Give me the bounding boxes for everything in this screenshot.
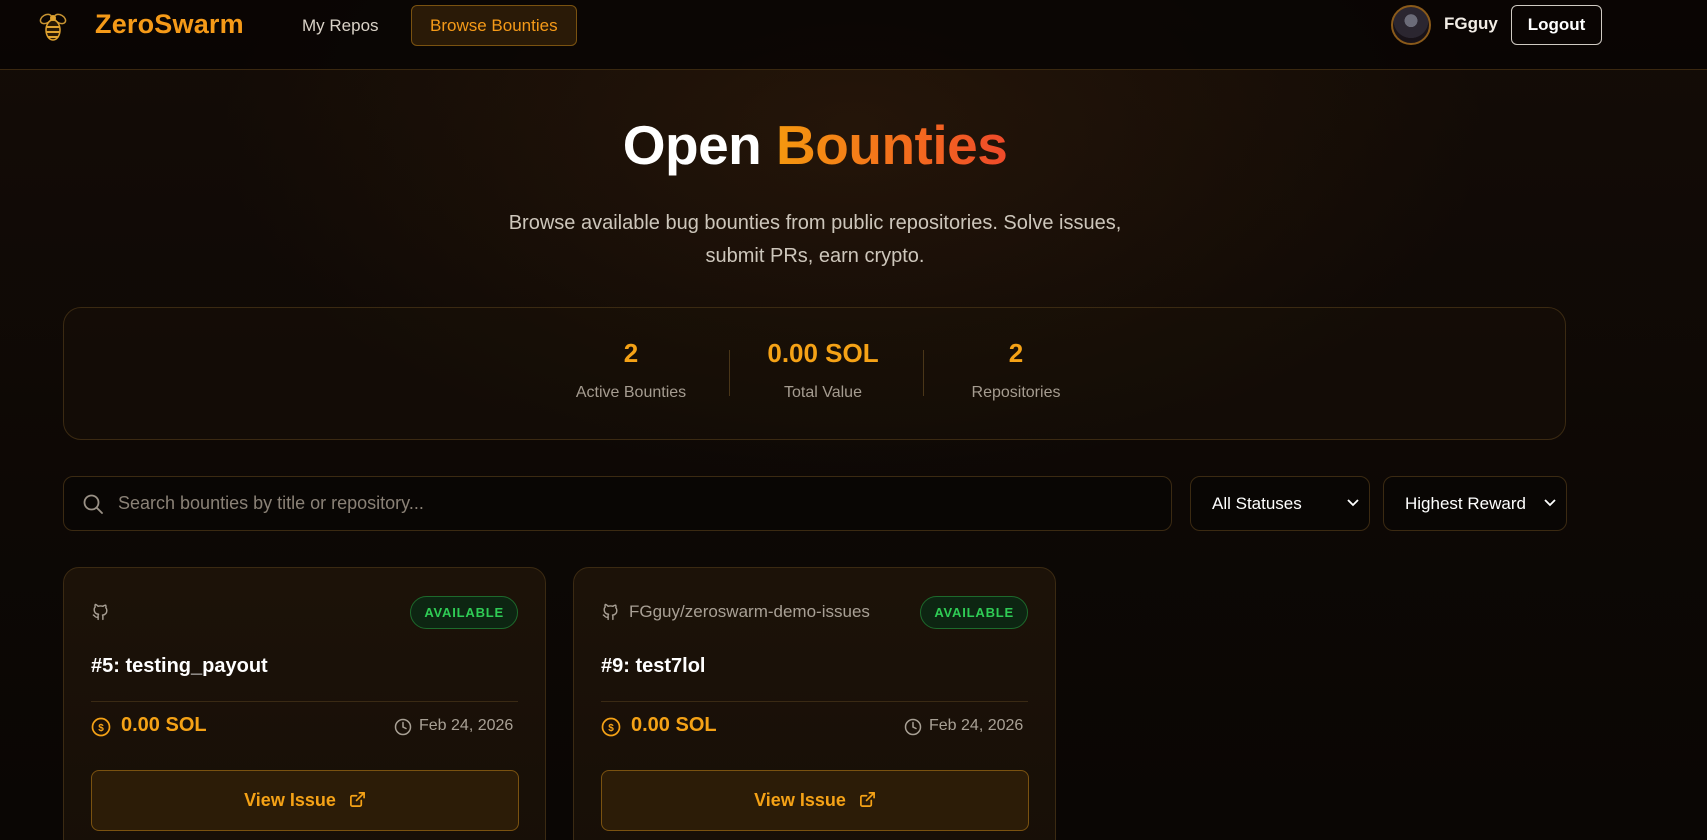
svg-text:$: $ <box>608 723 614 734</box>
external-link-icon <box>859 792 875 807</box>
stat-repositories: 2 Repositories <box>946 338 1086 402</box>
search-icon <box>83 494 103 514</box>
stat-label: Total Value <box>784 384 862 401</box>
brand-name[interactable]: ZeroSwarm <box>95 9 244 40</box>
card-divider <box>91 701 518 702</box>
external-link-icon <box>349 792 365 807</box>
svg-text:$: $ <box>98 723 104 734</box>
username: FGguy <box>1444 14 1498 33</box>
coin-icon: $ <box>601 717 621 737</box>
card-divider <box>601 701 1028 702</box>
page-title-part1: Open <box>622 114 762 176</box>
page-title: Open Bounties <box>0 113 1630 177</box>
github-icon <box>602 603 618 621</box>
top-nav-bar: ZeroSwarm My Repos Browse Bounties FGguy… <box>0 0 1707 70</box>
nav-browse-bounties[interactable]: Browse Bounties <box>411 5 577 46</box>
bee-logo-icon[interactable] <box>38 10 68 44</box>
bounty-card: FGguy/zeroswarm-demo-issues AVAILABLE #9… <box>573 567 1056 840</box>
nav-my-repos[interactable]: My Repos <box>284 5 397 46</box>
clock-icon <box>394 718 412 736</box>
chevron-down-icon <box>1347 499 1359 507</box>
search-input[interactable] <box>118 477 1158 530</box>
status-filter-select[interactable]: All Statuses <box>1190 476 1370 531</box>
view-issue-label: View Issue <box>754 790 846 810</box>
view-issue-label: View Issue <box>244 790 336 810</box>
card-date: Feb 24, 2026 <box>419 717 514 734</box>
logout-button[interactable]: Logout <box>1511 5 1602 45</box>
sort-value: Highest Reward <box>1405 494 1526 513</box>
page-subtitle: Browse available bug bounties from publi… <box>465 207 1165 273</box>
stat-total-value: 0.00 SOL Total Value <box>753 338 893 402</box>
status-badge: AVAILABLE <box>920 596 1028 629</box>
bounty-card: AVAILABLE #5: testing_payout $ 0.00 SOL … <box>63 567 546 840</box>
page-title-part2: Bounties <box>776 114 1008 176</box>
stat-label: Repositories <box>971 384 1061 401</box>
page-subtitle-line1: Browse available bug bounties from publi… <box>508 212 1122 234</box>
stat-divider <box>729 350 730 396</box>
card-repo[interactable]: FGguy/zeroswarm-demo-issues <box>629 602 870 622</box>
coin-icon: $ <box>91 717 111 737</box>
github-icon <box>92 603 108 621</box>
stat-active-bounties: 2 Active Bounties <box>566 338 696 402</box>
search-box <box>63 476 1172 531</box>
stats-panel: 2 Active Bounties 0.00 SOL Total Value 2… <box>63 307 1566 440</box>
status-badge: AVAILABLE <box>410 596 518 629</box>
stat-value: 2 <box>1008 338 1024 368</box>
page-subtitle-line2: submit PRs, earn crypto. <box>705 245 925 267</box>
avatar[interactable] <box>1391 5 1431 45</box>
card-reward: 0.00 SOL <box>631 714 717 736</box>
card-date: Feb 24, 2026 <box>929 717 1024 734</box>
card-reward: 0.00 SOL <box>121 714 207 736</box>
view-issue-button[interactable]: View Issue <box>91 770 519 831</box>
clock-icon <box>904 718 922 736</box>
chevron-down-icon <box>1544 499 1556 507</box>
status-filter-value: All Statuses <box>1212 494 1302 513</box>
stat-value: 0.00 SOL <box>767 338 879 368</box>
stat-label: Active Bounties <box>575 384 687 401</box>
card-title[interactable]: #5: testing_payout <box>91 655 268 678</box>
sort-select[interactable]: Highest Reward <box>1383 476 1567 531</box>
stat-divider <box>923 350 924 396</box>
card-title[interactable]: #9: test7lol <box>601 655 705 678</box>
view-issue-button[interactable]: View Issue <box>601 770 1029 831</box>
stat-value: 2 <box>623 338 639 368</box>
